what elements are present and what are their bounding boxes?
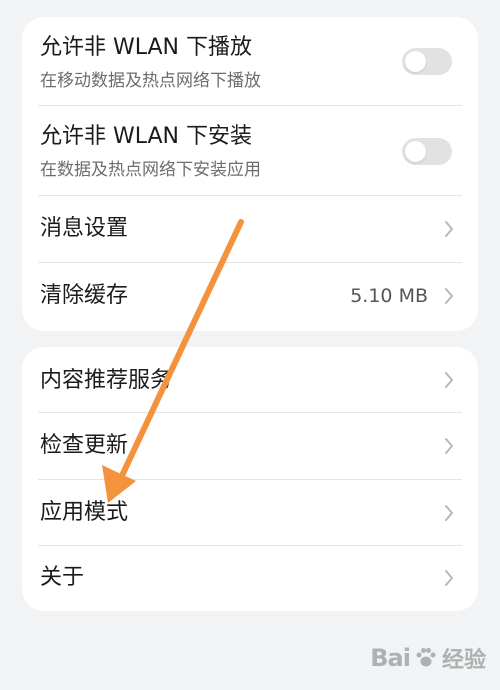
paw-logo-icon [416,648,436,667]
cache-size-value: 5.10 MB [350,285,428,307]
check-update-row[interactable]: 检查更新 [22,413,478,479]
content-recommendation-row[interactable]: 内容推荐服务 [22,347,478,412]
install-toggle[interactable] [402,138,452,165]
row-subtitle: 在数据及热点网络下安装应用 [40,160,261,180]
watermark-text-right: 经验 [441,648,486,673]
row-title: 允许非 WLAN 下播放 [40,35,253,60]
about-row[interactable]: 关于 [22,546,478,611]
toggle-knob [405,51,426,72]
row-title: 检查更新 [40,433,129,458]
allow-non-wlan-install-row[interactable]: 允许非 WLAN 下安装 在数据及热点网络下安装应用 [22,106,478,195]
row-title: 关于 [40,565,85,590]
row-title: 应用模式 [40,500,129,525]
row-subtitle: 在移动数据及热点网络下播放 [40,71,261,91]
toggle-knob [405,141,426,162]
chevron-right-icon [445,372,453,388]
chevron-right-icon [445,221,453,237]
row-title: 允许非 WLAN 下安装 [40,124,253,149]
chevron-right-icon [445,570,453,586]
baidu-jingyan-watermark: Bai 经验 [370,642,486,674]
settings-card-2: 内容推荐服务 检查更新 应用模式 关于 [22,347,478,611]
row-title: 消息设置 [40,216,129,241]
message-settings-row[interactable]: 消息设置 [22,196,478,262]
chevron-right-icon [445,438,453,454]
allow-non-wlan-playback-row[interactable]: 允许非 WLAN 下播放 在移动数据及热点网络下播放 [22,17,478,105]
clear-cache-row[interactable]: 清除缓存 5.10 MB [22,263,478,331]
row-title: 清除缓存 [40,283,129,308]
chevron-right-icon [445,288,453,304]
playback-toggle[interactable] [402,48,452,75]
settings-card-1: 允许非 WLAN 下播放 在移动数据及热点网络下播放 允许非 WLAN 下安装 … [22,17,478,331]
chevron-right-icon [445,505,453,521]
app-mode-row[interactable]: 应用模式 [22,480,478,545]
watermark-text-left: Bai [370,644,411,672]
row-title: 内容推荐服务 [40,368,173,393]
